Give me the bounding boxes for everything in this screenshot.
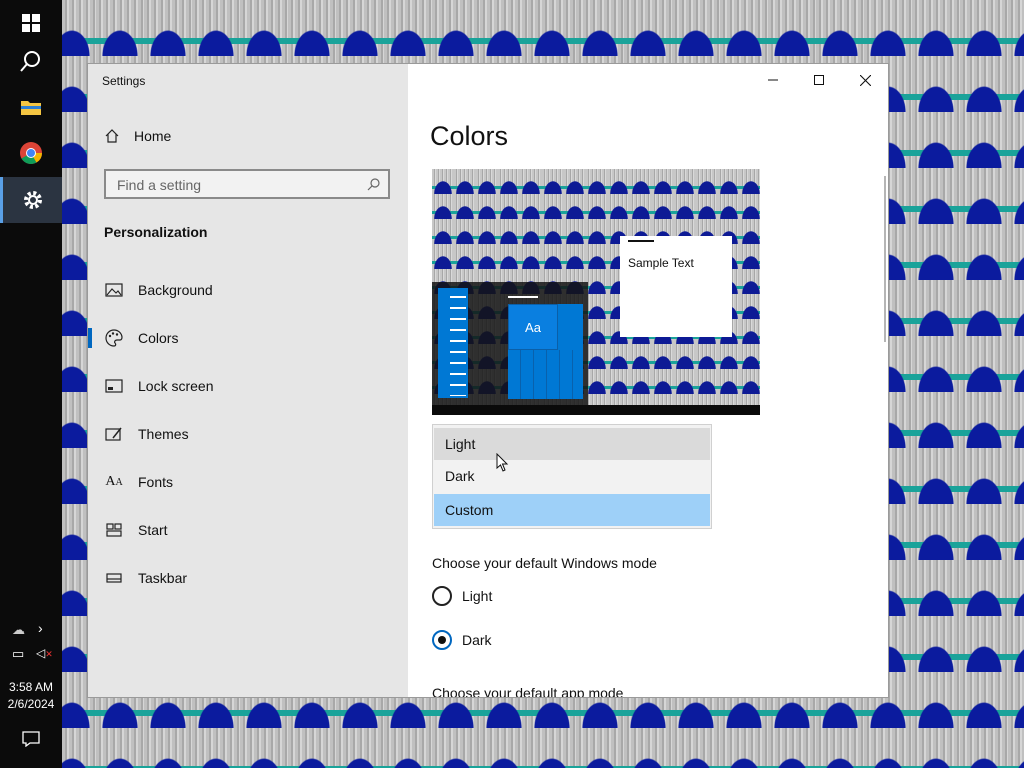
home-label: Home <box>134 128 172 144</box>
volume-muted-icon[interactable]: ◁✕ <box>36 646 53 660</box>
close-button[interactable] <box>842 64 888 96</box>
image-icon <box>104 283 124 297</box>
preview-tile-header <box>508 296 538 298</box>
fonts-icon: AA <box>105 474 123 489</box>
home-icon <box>105 129 119 143</box>
preview-sample-titlebar <box>628 240 654 242</box>
theme-preview: Aa Sample Text <box>432 169 760 415</box>
color-mode-dropdown[interactable]: Light Dark Custom <box>432 424 712 529</box>
minimize-button[interactable] <box>750 64 796 96</box>
minimize-icon <box>768 79 778 81</box>
file-explorer-button[interactable] <box>0 84 62 130</box>
preview-menu-lines <box>450 296 466 396</box>
close-icon <box>859 74 871 86</box>
sidebar-item-lock-screen[interactable]: Lock screen <box>88 366 408 406</box>
radio-circle <box>432 630 452 650</box>
search-input[interactable] <box>115 176 359 194</box>
section-title: Personalization <box>104 224 208 240</box>
clock[interactable]: 3:58 AM 2/6/2024 <box>0 680 62 711</box>
dropdown-option-dark[interactable]: Dark <box>434 460 710 492</box>
dropdown-option-light[interactable]: Light <box>434 428 710 460</box>
start-icon <box>104 523 124 537</box>
action-center-button[interactable] <box>0 716 62 762</box>
preview-taskbar <box>432 405 760 415</box>
search-icon <box>20 51 40 72</box>
sidebar-item-colors[interactable]: Colors <box>88 318 408 358</box>
preview-sample-window: Sample Text <box>620 236 732 337</box>
windows-logo-icon <box>22 14 40 32</box>
find-setting-search[interactable] <box>104 169 390 199</box>
scrollbar[interactable] <box>884 176 886 342</box>
settings-taskbar-button[interactable] <box>0 177 62 223</box>
preview-small-tiles <box>508 350 583 399</box>
themes-icon <box>104 426 124 442</box>
chevron-up-icon[interactable]: › <box>38 620 43 636</box>
window-title: Settings <box>102 74 146 88</box>
page-title: Colors <box>430 121 509 151</box>
sidebar-item-label: Colors <box>138 330 179 346</box>
windows-mode-light-radio[interactable]: Light <box>432 586 492 606</box>
clock-time: 3:58 AM <box>8 680 54 694</box>
sidebar-item-label: Start <box>138 522 168 538</box>
sidebar-item-label: Background <box>138 282 213 298</box>
preview-tile: Aa <box>508 304 558 350</box>
search-button[interactable] <box>0 38 62 84</box>
search-icon <box>367 178 380 191</box>
cloud-offline-icon[interactable]: ☁ <box>12 622 25 638</box>
windows-mode-label: Choose your default Windows mode <box>432 555 657 571</box>
sidebar-item-label: Taskbar <box>138 570 188 586</box>
maximize-icon <box>814 75 824 85</box>
sidebar-item-background[interactable]: Background <box>88 270 408 310</box>
sidebar-item-start[interactable]: Start <box>88 510 408 550</box>
lock-screen-icon <box>104 379 124 393</box>
preview-start-menu: Aa <box>432 282 588 405</box>
gear-icon <box>23 191 42 209</box>
radio-dot <box>438 636 446 644</box>
sidebar: Settings Home Personalization Background <box>88 64 408 697</box>
sample-text: Sample Text <box>628 256 694 270</box>
network-icon[interactable]: ▭ <box>12 646 24 662</box>
app-mode-label: Choose your default app mode <box>432 685 624 697</box>
folder-icon <box>21 101 41 115</box>
settings-window: Settings Home Personalization Background <box>88 64 888 697</box>
clock-date: 2/6/2024 <box>7 697 55 711</box>
dropdown-option-custom[interactable]: Custom <box>434 494 710 526</box>
taskbar: ☁ › ▭ ◁✕ 3:58 AM 2/6/2024 <box>0 0 62 768</box>
caption-buttons <box>750 64 888 96</box>
notification-icon <box>22 731 40 747</box>
maximize-button[interactable] <box>796 64 842 96</box>
radio-label: Dark <box>462 632 492 648</box>
sidebar-item-themes[interactable]: Themes <box>88 414 408 454</box>
radio-circle <box>432 586 452 606</box>
sidebar-item-label: Themes <box>138 426 189 442</box>
sidebar-home[interactable]: Home <box>104 128 171 144</box>
palette-icon <box>104 329 124 347</box>
sidebar-item-fonts[interactable]: AA Fonts <box>88 462 408 502</box>
radio-label: Light <box>462 588 493 604</box>
windows-mode-dark-radio[interactable]: Dark <box>432 630 492 650</box>
sidebar-item-label: Lock screen <box>138 378 214 394</box>
content-pane: Colors Aa Sample Text Light Dark Custom … <box>408 64 888 697</box>
chrome-icon <box>20 142 42 164</box>
taskbar-icon <box>104 573 124 583</box>
chrome-button[interactable] <box>0 130 62 176</box>
sidebar-item-taskbar[interactable]: Taskbar <box>88 558 408 598</box>
mouse-cursor-icon <box>496 453 509 472</box>
sidebar-item-label: Fonts <box>138 474 174 490</box>
